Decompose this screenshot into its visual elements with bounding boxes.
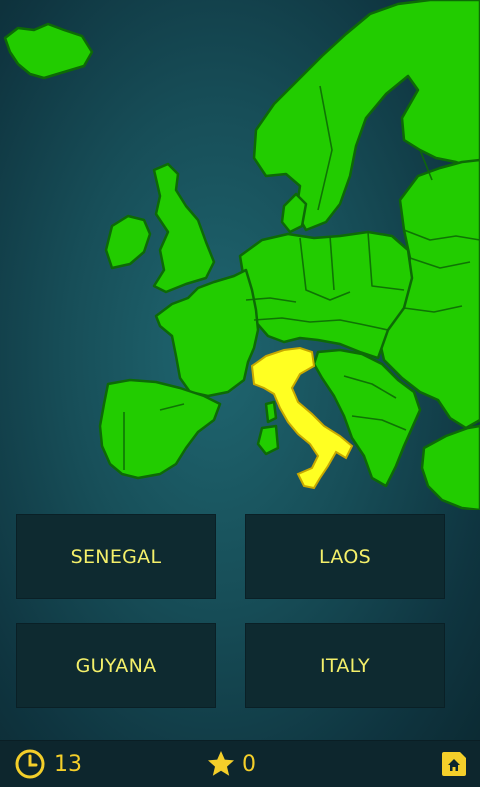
europe-map: [3, 0, 480, 510]
map-corsica: [264, 400, 278, 424]
answer-button-2[interactable]: LAOS: [245, 514, 445, 599]
star-icon: [208, 751, 234, 776]
timer-value: 13: [54, 751, 82, 777]
home-icon[interactable]: [440, 750, 468, 778]
map-great-britain: [152, 162, 216, 294]
answer-button-1[interactable]: SENEGAL: [16, 514, 216, 599]
stars-group: 0: [206, 741, 256, 787]
map-sardinia: [256, 424, 280, 456]
answer-button-3[interactable]: GUYANA: [16, 623, 216, 708]
home-button[interactable]: [440, 741, 468, 787]
map-denmark: [280, 192, 308, 234]
status-bar: 13 0: [0, 740, 480, 787]
timer-group: 13: [14, 741, 82, 787]
map-iberia: [98, 378, 222, 480]
answer-button-4[interactable]: ITALY: [245, 623, 445, 708]
map-ireland: [104, 214, 152, 270]
clock-icon: [15, 749, 45, 779]
map-iceland: [3, 22, 94, 80]
map-anatolia: [420, 424, 480, 510]
stars-value: 0: [242, 751, 256, 777]
